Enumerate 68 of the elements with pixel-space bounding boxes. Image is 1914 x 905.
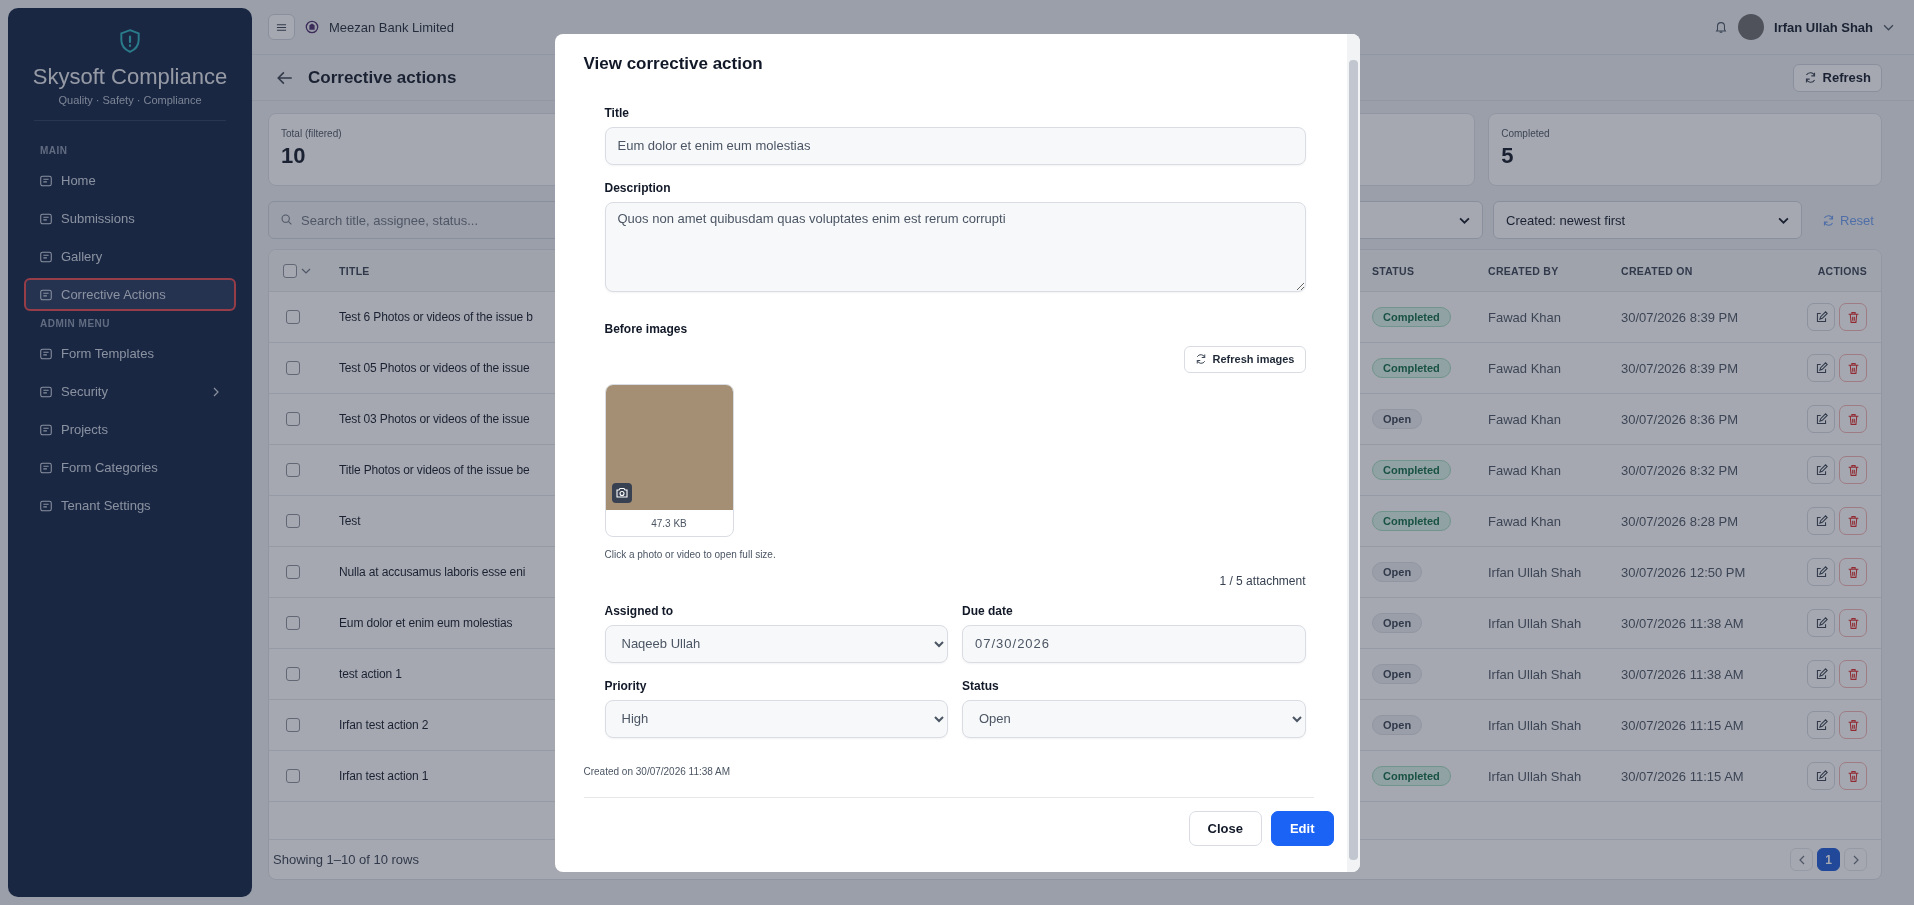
status-badge: Open [1372,562,1423,582]
table-cell-text: 30/07/2026 11:38 AM [1621,615,1745,631]
column-header: CREATED ON [1621,264,1694,277]
status-badge: Completed [1372,460,1451,480]
field-label: Priority [604,678,648,693]
column-header: TITLE [339,264,371,277]
row-count-text: Showing 1–10 of 10 rows [273,852,419,867]
status-badge: Open [1372,664,1423,684]
brand-name: Skysoft Compliance [32,64,228,90]
status-badge: Completed [1372,307,1451,327]
created-note: Created on 30/07/2026 11:38 AM [583,765,1314,798]
table-cell-text: Fawad Khan [1488,513,1562,529]
table-cell-text: Fawad Khan [1488,411,1562,427]
table-cell: Test 05 Photos or videos of the issue [339,361,530,375]
table-cell-text: 30/07/2026 11:15 AM [1621,717,1745,733]
table-cell: Test 03 Photos or videos of the issue [339,412,530,426]
table-cell-text: 30/07/2026 8:36 PM [1621,411,1740,427]
stat-value: 10 [281,143,306,169]
table-cell-text: Irfan Ullah Shah [1488,615,1583,631]
modal-title: View corrective action [583,53,764,74]
table-cell: Title Photos or videos of the issue be [339,463,530,477]
field-label: Description [604,180,672,195]
table-cell: Irfan test action 1 [339,769,429,783]
section-heading: ADMIN MENU [39,318,111,329]
table-cell: Eum dolor et enim eum molestias [339,616,513,630]
stat-label: Completed [1501,128,1550,139]
table-cell-text: 30/07/2026 8:39 PM [1621,309,1740,325]
stat-label: Total (filtered) [281,128,342,139]
column-header: STATUS [1372,264,1416,277]
attachment-count: 1 / 5 attachment [1218,573,1306,588]
status-badge: Open [1372,613,1423,633]
field-label: Before images [604,321,689,336]
table-cell-text: 30/07/2026 8:32 PM [1621,462,1740,478]
field-label: Due date [962,603,1014,618]
table-cell: Test 6 Photos or videos of the issue b [339,310,533,324]
table-cell-text: Fawad Khan [1488,360,1562,376]
table-cell: test action 1 [339,667,402,681]
file-size: 47.3 KB [650,516,688,531]
table-cell: Nulla at accusamus laboris esse eni [339,565,526,579]
table-cell-text: 30/07/2026 8:28 PM [1621,513,1740,529]
field-label: Assigned to [604,603,675,618]
organization-name: Meezan Bank Limited [329,19,454,35]
field-label: Status [962,678,1000,693]
table-cell-text: 30/07/2026 11:38 AM [1621,666,1745,682]
column-header: CREATED BY [1488,264,1560,277]
status-badge: Completed [1372,358,1451,378]
table-cell-text: 30/07/2026 11:15 AM [1621,768,1745,784]
status-badge: Completed [1372,766,1451,786]
table-cell-text: 30/07/2026 8:39 PM [1621,360,1740,376]
status-badge: Open [1372,409,1423,429]
table-cell-text: Fawad Khan [1488,462,1562,478]
status-badge: Open [1372,715,1423,735]
table-cell-text: Fawad Khan [1488,309,1562,325]
table-cell-text: Irfan Ullah Shah [1488,666,1583,682]
page-title: Corrective actions [308,67,457,88]
table-cell-text: Irfan Ullah Shah [1488,564,1583,580]
table-cell-text: Irfan Ullah Shah [1488,717,1583,733]
stat-value: 5 [1501,143,1514,169]
table-cell: Irfan test action 2 [339,718,429,732]
field-label: Title [604,105,630,120]
status-badge: Completed [1372,511,1451,531]
table-cell-text: Irfan Ullah Shah [1488,768,1583,784]
hint-text: Click a photo or video to open full size. [604,548,777,560]
table-cell: Test [339,514,361,528]
table-cell-text: 30/07/2026 12:50 PM [1621,564,1747,580]
section-heading: MAIN [39,145,69,156]
brand-tagline: Quality · Safety · Compliance [58,94,202,106]
column-header: ACTIONS [1816,264,1868,277]
